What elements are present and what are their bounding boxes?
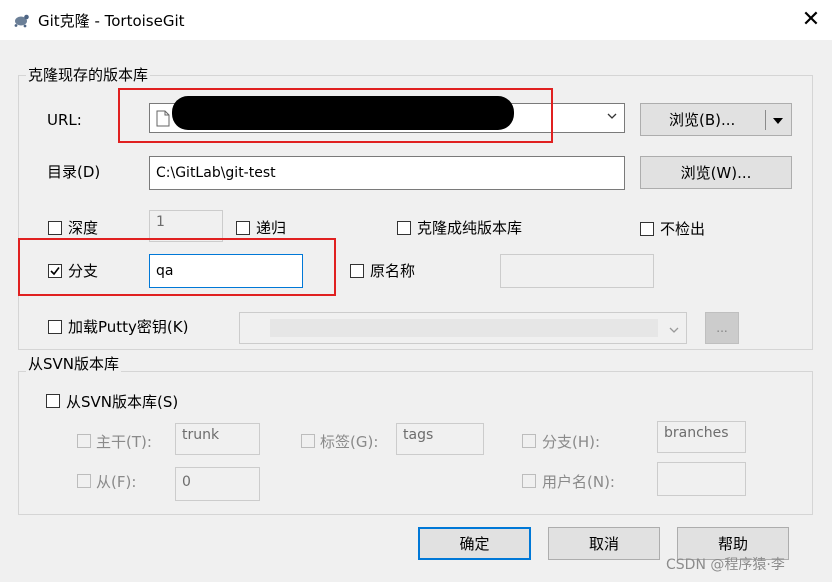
window-title: Git克隆 - TortoiseGit xyxy=(38,12,185,30)
bare-label: 克隆成纯版本库 xyxy=(417,219,523,237)
no-checkout-checkbox[interactable] xyxy=(640,222,654,236)
clone-group-label: 克隆现存的版本库 xyxy=(26,64,151,85)
origin-name-input[interactable] xyxy=(500,254,654,288)
putty-browse-button[interactable]: ... xyxy=(705,312,739,344)
svn-group-label: 从SVN版本库 xyxy=(26,353,122,374)
browse-url-button[interactable]: 浏览(B)... xyxy=(640,103,792,136)
putty-key-field xyxy=(270,319,658,337)
username-checkbox[interactable] xyxy=(522,474,536,488)
origin-name-label: 原名称 xyxy=(370,262,416,280)
branch-label: 分支 xyxy=(68,262,99,280)
dir-input[interactable]: C:\GitLab\git-test xyxy=(149,156,625,190)
from-rev-input[interactable]: 0 xyxy=(175,467,260,501)
cancel-button[interactable]: 取消 xyxy=(548,527,660,560)
recursive-checkbox[interactable] xyxy=(236,221,250,235)
dropdown-arrow-icon[interactable] xyxy=(772,117,784,125)
watermark-text: CSDN @程序猿·李 xyxy=(666,557,785,573)
checkmark-icon xyxy=(50,267,60,276)
tags-label: 标签(G): xyxy=(320,433,379,451)
split-divider xyxy=(765,110,766,130)
trunk-label: 主干(T): xyxy=(96,433,152,451)
load-putty-label: 加载Putty密钥(K) xyxy=(68,318,189,336)
bare-checkbox[interactable] xyxy=(397,221,411,235)
browse-url-label: 浏览(B)... xyxy=(669,111,736,129)
dir-label: 目录(D) xyxy=(47,163,101,181)
from-rev-label: 从(F): xyxy=(96,473,137,491)
origin-name-checkbox[interactable] xyxy=(350,264,364,278)
branch-input[interactable]: qa xyxy=(149,254,303,288)
svn-branch-label: 分支(H): xyxy=(542,433,601,451)
tags-checkbox[interactable] xyxy=(301,434,315,448)
svn-branch-input[interactable]: branches xyxy=(657,421,746,453)
branch-checkbox[interactable] xyxy=(48,264,62,278)
tags-input[interactable]: tags xyxy=(396,423,484,455)
load-putty-checkbox[interactable] xyxy=(48,320,62,334)
chevron-down-icon xyxy=(606,110,618,125)
close-icon[interactable]: ✕ xyxy=(795,4,827,36)
putty-key-combobox[interactable] xyxy=(239,312,687,344)
from-svn-checkbox[interactable] xyxy=(46,394,60,408)
recursive-label: 递归 xyxy=(256,219,287,237)
username-input[interactable] xyxy=(657,462,746,496)
from-svn-label: 从SVN版本库(S) xyxy=(66,393,179,411)
svn-branch-checkbox[interactable] xyxy=(522,434,536,448)
url-highlight-box xyxy=(118,88,553,143)
url-label: URL: xyxy=(47,111,82,129)
chevron-down-icon xyxy=(668,322,680,340)
depth-label: 深度 xyxy=(68,219,99,237)
from-rev-checkbox[interactable] xyxy=(77,474,91,488)
trunk-input[interactable]: trunk xyxy=(175,423,260,455)
browse-dir-button[interactable]: 浏览(W)... xyxy=(640,156,792,189)
depth-checkbox[interactable] xyxy=(48,221,62,235)
no-checkout-label: 不检出 xyxy=(660,220,706,238)
username-label: 用户名(N): xyxy=(542,473,615,491)
trunk-checkbox[interactable] xyxy=(77,434,91,448)
tortoisegit-app-icon xyxy=(14,14,29,28)
ok-button[interactable]: 确定 xyxy=(418,527,531,560)
